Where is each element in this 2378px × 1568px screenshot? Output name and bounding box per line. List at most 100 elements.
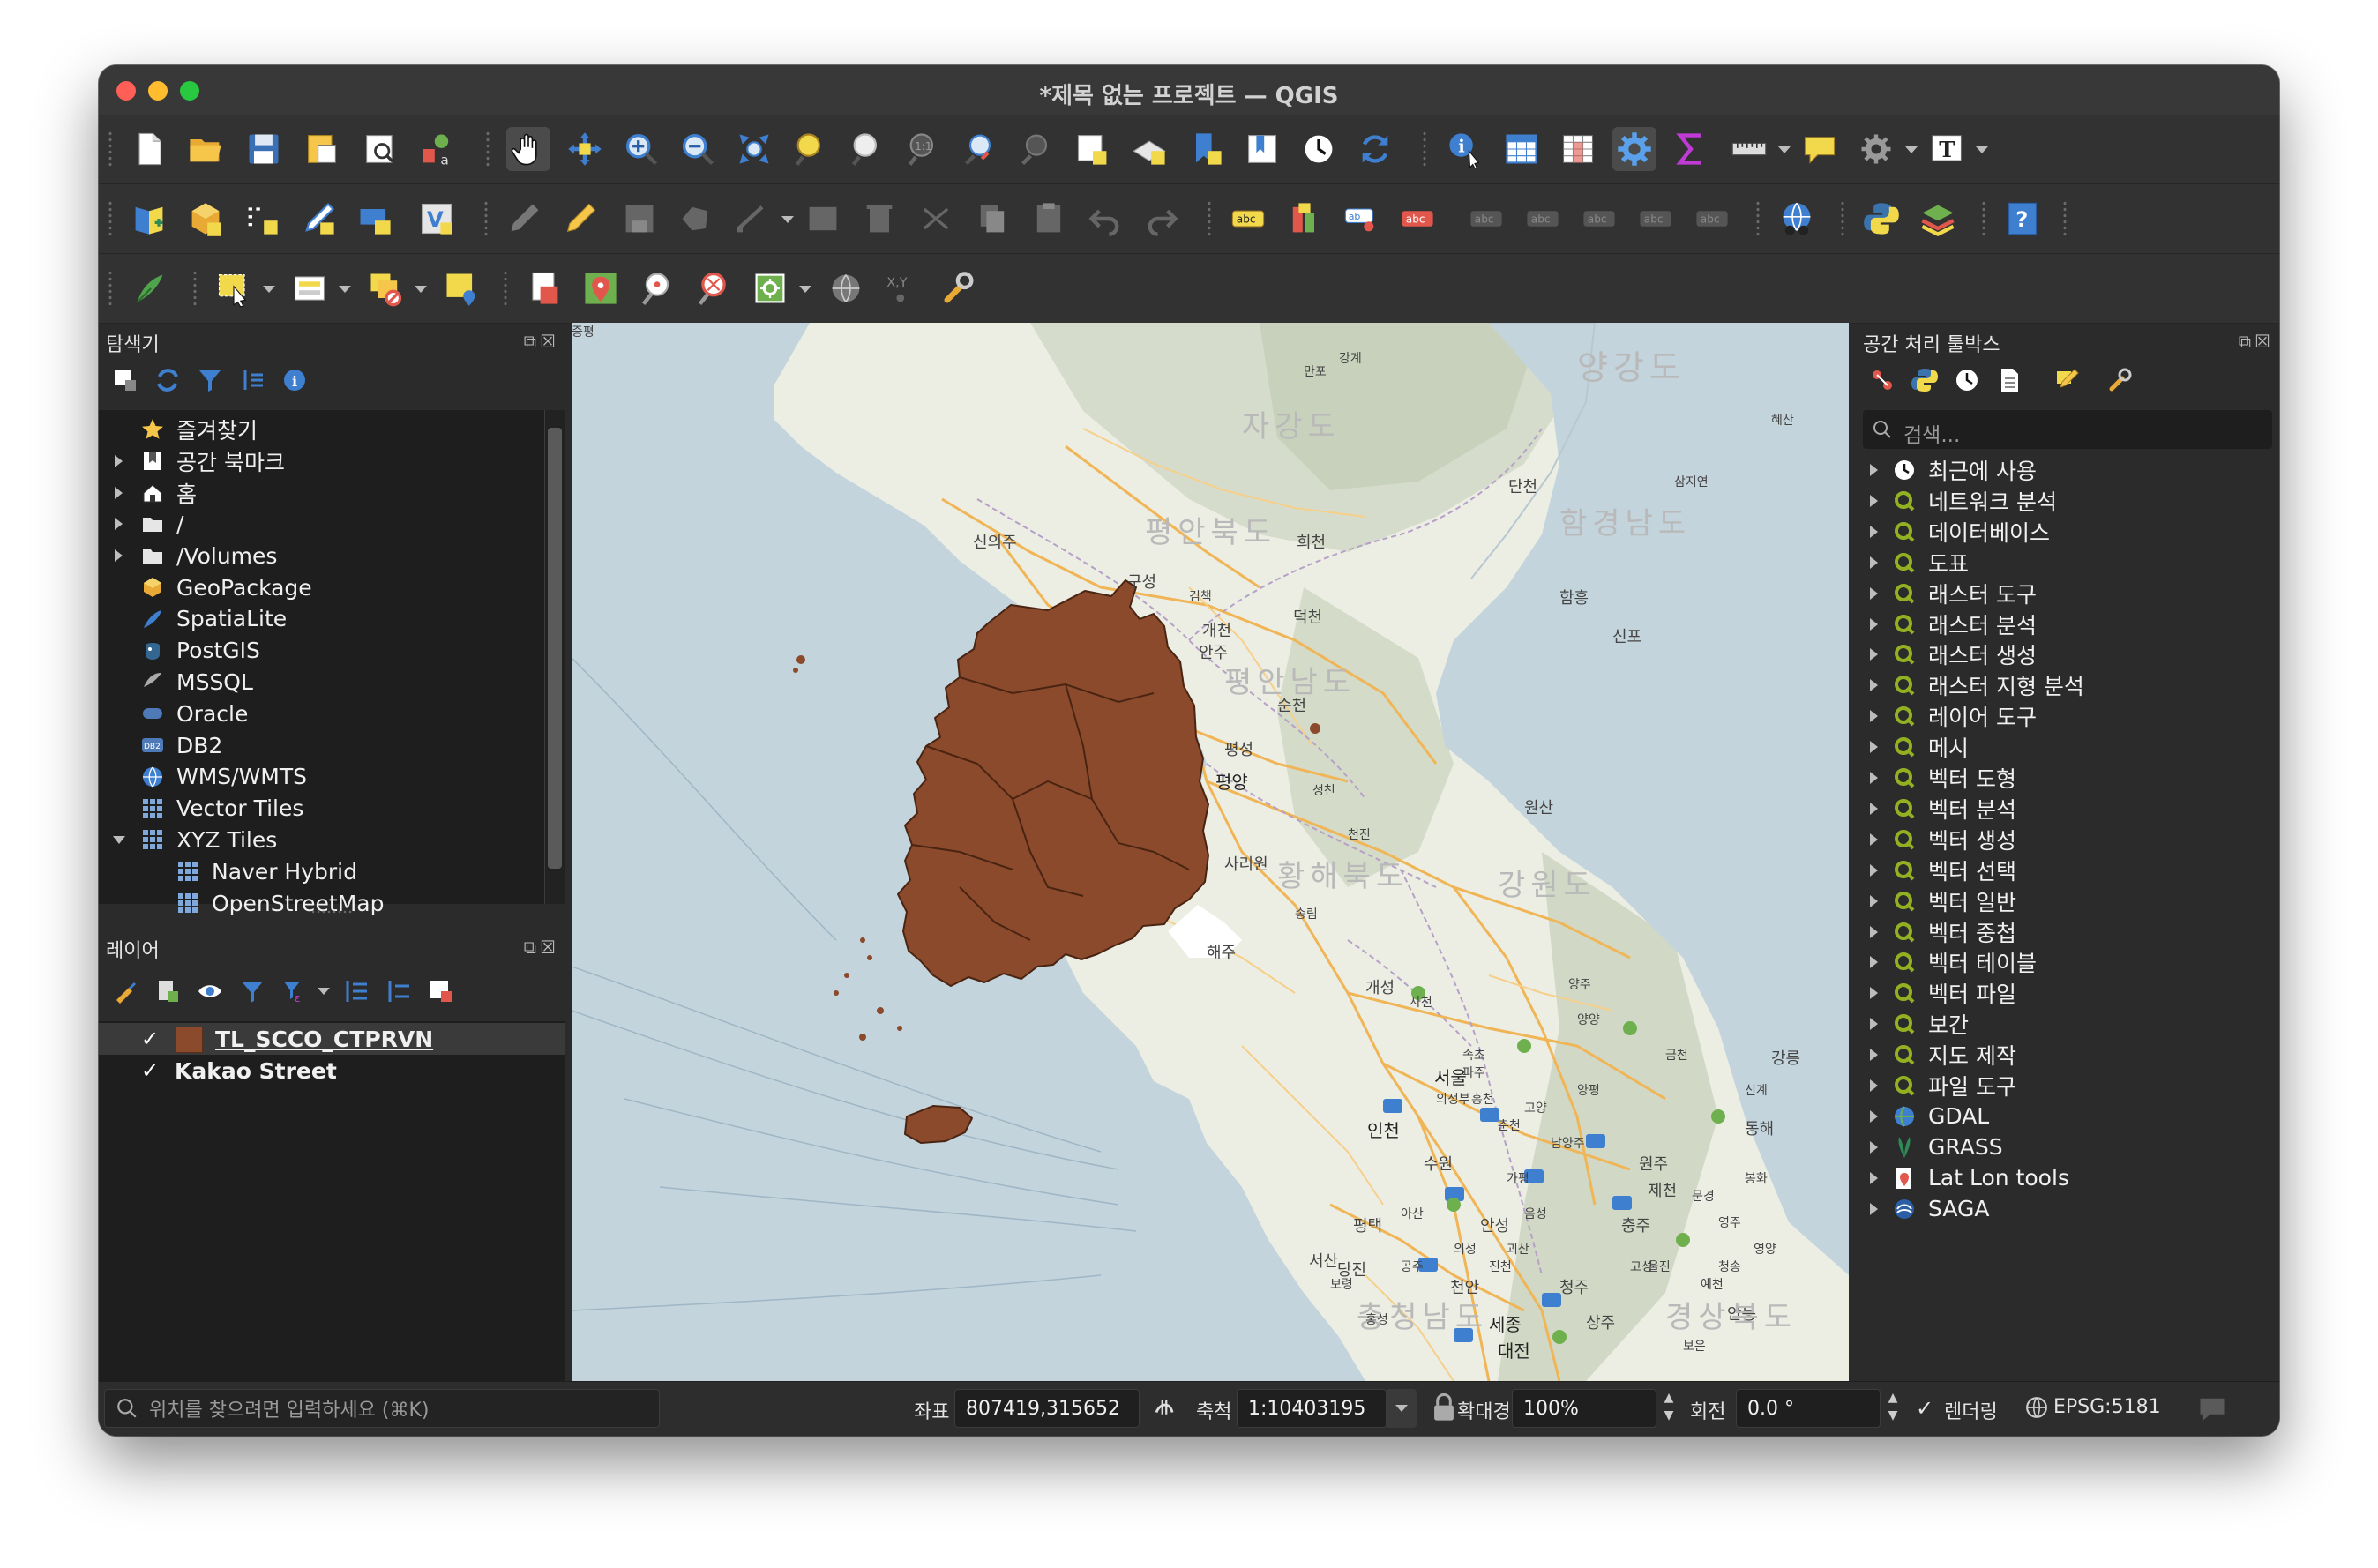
chevron-right-icon[interactable] <box>1870 1171 1878 1184</box>
toolbar-grip[interactable] <box>1840 200 1845 239</box>
locator-search-input[interactable]: 위치를 찾으려면 입력하세요 (⌘K) <box>104 1389 660 1428</box>
vertex-dropdown[interactable] <box>781 216 794 223</box>
magnifier-stepper[interactable]: ▲ ▼ <box>1656 1389 1681 1428</box>
show-hide-labels-button[interactable]: abc <box>1521 197 1565 241</box>
georeferencer-button[interactable] <box>522 266 566 310</box>
processing-toolbox-button[interactable] <box>1612 127 1656 171</box>
toolbox-group[interactable]: 벡터 도형 <box>1856 762 2279 794</box>
pan-map-button[interactable] <box>506 127 550 171</box>
chevron-right-icon[interactable] <box>1870 1018 1878 1031</box>
chevron-down-icon[interactable] <box>113 836 125 845</box>
rotation-stepper[interactable]: ▲ ▼ <box>1881 1389 1905 1428</box>
style-manager-button[interactable]: a <box>415 127 459 171</box>
options-button[interactable] <box>2103 362 2138 398</box>
new-virtual-layer-button[interactable] <box>353 197 397 241</box>
toolbox-group[interactable]: SAGA <box>1856 1193 2279 1225</box>
layer-style-button[interactable] <box>108 974 143 1009</box>
properties-button[interactable]: i <box>277 362 312 398</box>
new-map-view-button[interactable] <box>1071 127 1115 171</box>
browser-item[interactable]: PostGIS <box>99 635 545 667</box>
browser-item[interactable]: 즐겨찾기 <box>99 414 545 445</box>
annotation-dropdown[interactable] <box>1976 146 1988 153</box>
toolbox-group[interactable]: 래스터 지형 분석 <box>1856 669 2279 701</box>
edit-features-in-place-button[interactable] <box>2050 362 2085 398</box>
undo-button[interactable] <box>1083 197 1127 241</box>
pin-labels-button[interactable]: abc <box>1464 197 1508 241</box>
toolbox-group[interactable]: 도표 <box>1856 547 2279 579</box>
layer-diagram-button[interactable] <box>1282 197 1327 241</box>
panel-resize-grip[interactable] <box>310 909 355 915</box>
layer-checkbox[interactable]: ✓ <box>141 1058 159 1083</box>
show-unplaced-labels-button[interactable]: abc <box>1395 197 1440 241</box>
toolbox-group[interactable]: 벡터 중첩 <box>1856 916 2279 948</box>
toolbox-group[interactable]: 보간 <box>1856 1008 2279 1040</box>
lock-icon[interactable] <box>1431 1393 1457 1422</box>
toolbox-group[interactable]: 래스터 분석 <box>1856 609 2279 640</box>
zoom-next-button[interactable] <box>1014 127 1058 171</box>
new-3d-view-button[interactable] <box>1127 127 1171 171</box>
scale-dropdown-button[interactable] <box>1387 1389 1417 1428</box>
browser-item[interactable]: Oracle <box>99 698 545 729</box>
toolbox-group[interactable]: 네트워크 분석 <box>1856 485 2279 517</box>
models-button[interactable] <box>1865 362 1900 398</box>
add-group-button[interactable] <box>150 974 185 1009</box>
filter-legend-button[interactable] <box>235 974 270 1009</box>
filter-dropdown[interactable] <box>318 988 330 995</box>
save-project-button[interactable] <box>242 127 286 171</box>
browser-item[interactable]: Naver Hybrid <box>99 855 545 887</box>
zoom-to-point-button[interactable] <box>635 266 679 310</box>
chevron-right-icon[interactable] <box>1870 648 1878 661</box>
zoom-in-button[interactable] <box>619 127 663 171</box>
manage-visibility-button[interactable] <box>192 974 228 1009</box>
select-features-button[interactable] <box>212 266 256 310</box>
panel-float-close-buttons[interactable]: ⧉☒ <box>524 937 559 958</box>
new-vector-layer-button[interactable]: V <box>415 197 459 241</box>
select-value-dropdown[interactable] <box>339 286 351 293</box>
add-layer-button[interactable] <box>108 362 143 398</box>
rotate-label-button[interactable]: abc <box>1634 197 1678 241</box>
zoom-to-selection-button[interactable] <box>789 127 833 171</box>
toolbox-group[interactable]: 벡터 분석 <box>1856 793 2279 825</box>
delete-selected-button[interactable] <box>857 197 901 241</box>
chevron-right-icon[interactable] <box>1870 556 1878 569</box>
data-source-manager-button[interactable] <box>127 197 171 241</box>
chevron-right-icon[interactable] <box>1870 741 1878 754</box>
layer-row[interactable]: ✓ TL_SCCO_CTPRVN <box>99 1023 565 1055</box>
change-label-button[interactable]: abc <box>1690 197 1734 241</box>
toolbar-grip[interactable] <box>485 131 490 169</box>
map-canvas[interactable]: 양강도 자강도 평안북도 함경남도 신의주 구성 희천 단천 신포 함흥 덕천 개천 안주 평안남도 순천 평… <box>572 323 1849 1381</box>
toolbox-group[interactable]: 벡터 일반 <box>1856 885 2279 917</box>
browser-item[interactable]: SpatiaLite <box>99 603 545 635</box>
toolbox-group[interactable]: 벡터 파일 <box>1856 977 2279 1009</box>
chevron-right-icon[interactable] <box>1870 494 1878 507</box>
help-button[interactable]: ? <box>2000 197 2045 241</box>
statistical-summary-button[interactable] <box>1556 127 1600 171</box>
refresh-browser-button[interactable] <box>150 362 185 398</box>
chevron-right-icon[interactable] <box>1870 772 1878 784</box>
toolbar-grip[interactable] <box>108 200 113 239</box>
browser-item[interactable]: 공간 북마크 <box>99 445 545 477</box>
pan-to-selection-button[interactable] <box>563 127 607 171</box>
chevron-right-icon[interactable] <box>1870 987 1878 1000</box>
actions-dropdown[interactable] <box>1905 146 1918 153</box>
zoom-last-button[interactable] <box>958 127 1002 171</box>
chevron-right-icon[interactable] <box>1870 710 1878 723</box>
toolbox-group[interactable]: 데이터베이스 <box>1856 516 2279 548</box>
label-toolbar-button[interactable]: abc <box>1226 197 1270 241</box>
chevron-right-icon[interactable] <box>115 486 123 499</box>
chevron-right-icon[interactable] <box>1870 863 1878 877</box>
chevron-right-icon[interactable] <box>1870 1079 1878 1092</box>
field-calculator-button[interactable] <box>1669 127 1713 171</box>
toolbar-grip[interactable] <box>1207 200 1212 239</box>
toolbox-group[interactable]: 지도 제작 <box>1856 1039 2279 1071</box>
cut-features-button[interactable] <box>914 197 958 241</box>
plugin-button[interactable] <box>1916 197 1960 241</box>
measure-button[interactable] <box>1727 127 1771 171</box>
browser-item[interactable]: MSSQL <box>99 666 545 698</box>
layer-row[interactable]: ✓ Kakao Street <box>99 1055 565 1086</box>
move-label-button[interactable]: abc <box>1577 197 1621 241</box>
measure-dropdown[interactable] <box>1778 146 1791 153</box>
chevron-right-icon[interactable] <box>1870 525 1878 538</box>
toolbox-group[interactable]: Lat Lon tools <box>1856 1162 2279 1194</box>
layout-manager-button[interactable] <box>358 127 402 171</box>
